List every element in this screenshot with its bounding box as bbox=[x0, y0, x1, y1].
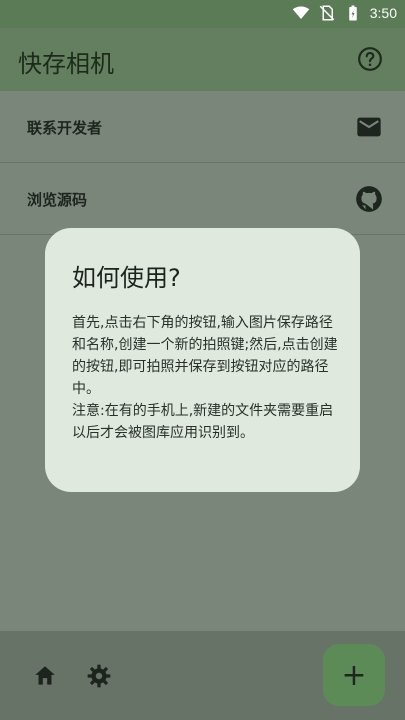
wifi-icon bbox=[292, 6, 309, 19]
app-title: 快存相机 bbox=[18, 50, 114, 78]
status-bar: 3:50 bbox=[0, 0, 405, 28]
status-time: 3:50 bbox=[369, 5, 397, 21]
app-bar: 快存相机 bbox=[0, 28, 405, 91]
list-item-browse-source[interactable]: 浏览源码 bbox=[0, 163, 405, 235]
dialog-body: 首先,点击右下角的按钮,输入图片保存路径和名称,创建一个新的拍照键;然后,点击创… bbox=[72, 315, 338, 441]
list-item-contact-developer[interactable]: 联系开发者 bbox=[0, 91, 405, 163]
how-to-use-dialog: 如何使用? 首先,点击右下角的按钮,输入图片保存路径和名称,创建一个新的拍照键;… bbox=[45, 228, 360, 492]
github-icon bbox=[356, 186, 382, 212]
status-icons: 3:50 bbox=[292, 4, 397, 22]
add-icon: + bbox=[341, 657, 367, 693]
help-circle-icon[interactable] bbox=[357, 46, 383, 72]
settings-icon[interactable] bbox=[86, 663, 112, 689]
add-button[interactable]: + bbox=[323, 644, 385, 706]
home-icon[interactable] bbox=[32, 663, 58, 689]
mail-icon bbox=[357, 117, 381, 137]
list-item-label: 浏览源码 bbox=[27, 191, 88, 209]
battery-icon bbox=[349, 5, 357, 21]
dialog-title: 如何使用? bbox=[72, 264, 181, 292]
no-sim-icon bbox=[319, 5, 335, 21]
list-item-label: 联系开发者 bbox=[27, 119, 103, 137]
